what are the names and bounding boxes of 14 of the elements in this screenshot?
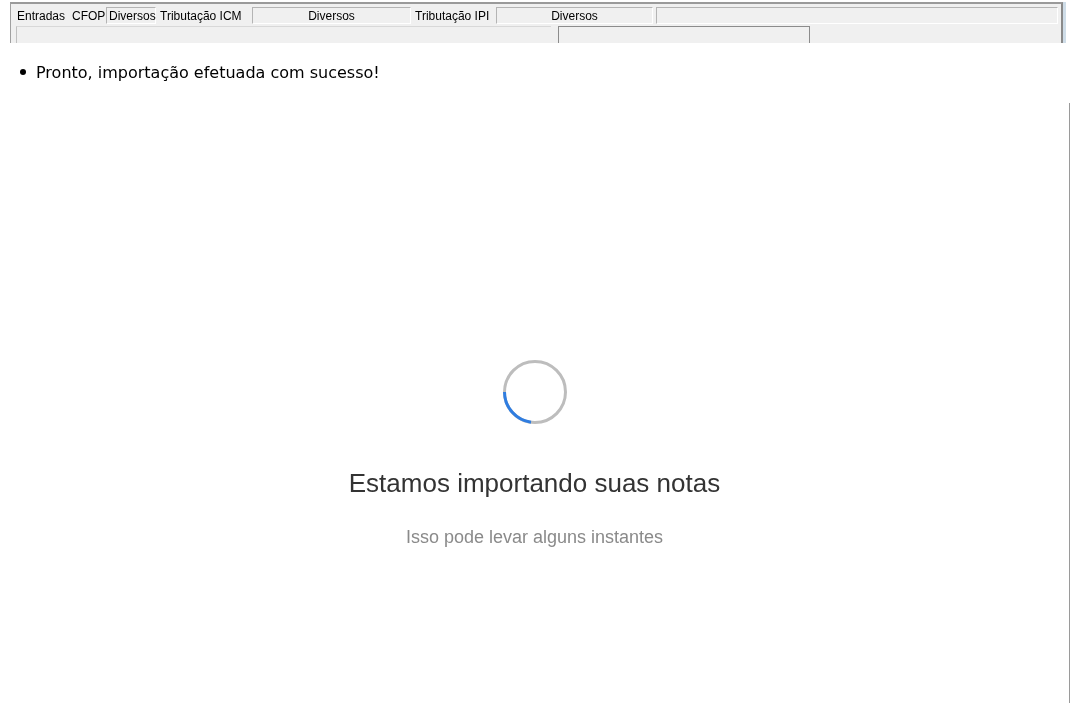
field-label: Tributação ICM bbox=[159, 7, 243, 24]
loading-subtitle: Isso pode levar alguns instantes bbox=[405, 526, 664, 549]
loading-title: Estamos importando suas notas bbox=[348, 467, 721, 499]
input-field[interactable] bbox=[558, 26, 810, 43]
bullet-icon bbox=[20, 69, 26, 75]
field-label: Tributação IPI bbox=[414, 7, 491, 24]
input-field[interactable] bbox=[656, 7, 1058, 24]
input-field[interactable]: Diversos bbox=[496, 7, 653, 24]
field-label: CFOP bbox=[71, 7, 106, 24]
input-field[interactable]: Diversos bbox=[252, 7, 411, 24]
spinner-icon bbox=[502, 360, 567, 424]
input-field[interactable]: Diversos bbox=[106, 7, 156, 24]
field-label: Entradas bbox=[16, 7, 67, 24]
status-message: Pronto, importação efetuada com sucesso! bbox=[36, 62, 380, 82]
